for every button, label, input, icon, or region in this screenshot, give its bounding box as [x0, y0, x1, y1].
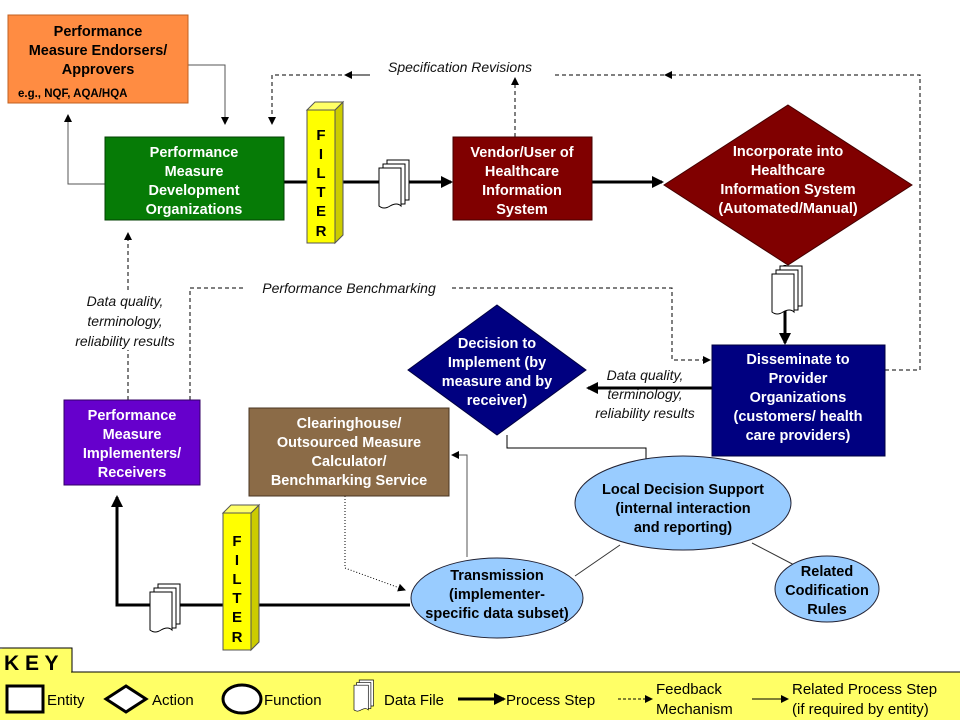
- data-file-key-icon: [353, 679, 374, 712]
- incorporate-action[interactable]: Incorporate into Healthcare Information Sy…: [663, 104, 913, 266]
- svg-text:FILTER: FILTER: [232, 533, 243, 646]
- diagram: Performance Measure Endorsers/Approvers e…: [0, 0, 960, 720]
- clearinghouse-entity[interactable]: Clearinghouse/Outsourced Measure Calculat…: [248, 407, 450, 497]
- clearinghouse-to-transmission-line: [344, 496, 406, 592]
- key-entity: Entity: [47, 692, 85, 709]
- transmission-to-clearinghouse-line: [451, 451, 468, 557]
- local-decision-function[interactable]: Local Decision Support (internal interact…: [574, 455, 792, 551]
- key-legend: K E Y Entity Action Function Data File P…: [0, 647, 960, 720]
- implementers-entity[interactable]: Performance Measure Implementers/Receivers: [63, 399, 201, 486]
- endorsers-to-development-line: [188, 64, 229, 125]
- svg-text:FILTER: FILTER: [316, 127, 327, 240]
- data-quality-left-label: Data quality, terminology, reliability res…: [75, 293, 175, 349]
- key-process-step: Process Step: [506, 692, 595, 709]
- disseminate-entity[interactable]: Disseminate to Provider Organizations (cust…: [711, 344, 886, 457]
- decision-to-local-line: [506, 435, 647, 459]
- local-to-transmission-line: [574, 544, 621, 577]
- key-title: K E Y: [4, 652, 58, 675]
- codification-function[interactable]: Related Codification Rules: [774, 555, 880, 623]
- vendor-entity[interactable]: Vendor/User of Healthcare Information Syste…: [452, 136, 593, 221]
- development-organizations-entity[interactable]: Performance Measure Development Organizatio…: [104, 136, 285, 221]
- workflow-diagram: Performance Measure Endorsers/Approvers e…: [0, 14, 960, 720]
- data-file-icon: [149, 583, 181, 633]
- key-action: Action: [152, 692, 194, 709]
- spec-revisions-label: Specification Revisions: [388, 59, 532, 75]
- transmission-function[interactable]: Transmission (implementer-specific data s…: [410, 557, 584, 639]
- key-data-file: Data File: [384, 692, 444, 709]
- data-file-icon: [378, 159, 410, 209]
- svg-text:Disseminate toProviderOrganiza: Disseminate to Provider Organizations (cust…: [734, 352, 863, 444]
- endorsers-entity[interactable]: Performance Measure Endorsers/Approvers e…: [7, 14, 189, 104]
- function-key-icon: [221, 683, 263, 715]
- data-file-icon: [771, 265, 803, 315]
- benchmarking-label: Performance Benchmarking: [262, 280, 436, 296]
- development-to-endorsers-line: [64, 114, 105, 185]
- entity-key-icon: [5, 684, 45, 714]
- filter-bottom: FILTER: [221, 503, 261, 652]
- benchmarking-feedback: [189, 287, 245, 400]
- key-function: Function: [264, 692, 322, 709]
- filter-top: FILTER: [305, 100, 345, 245]
- data-quality-right-label: Data quality, terminology, reliability res…: [595, 367, 695, 421]
- svg-text:e.g., NQF, AQA/HQA: e.g., NQF, AQA/HQA: [18, 88, 127, 100]
